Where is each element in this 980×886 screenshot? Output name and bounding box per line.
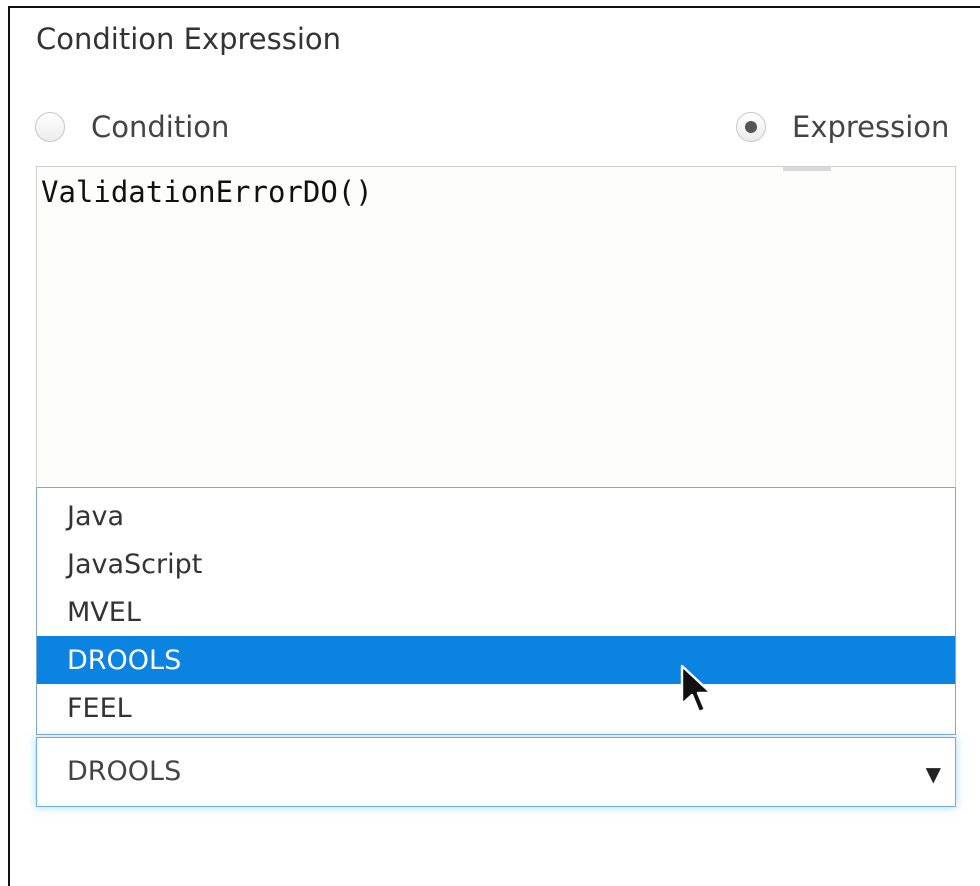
- dropdown-option-drools[interactable]: DROOLS: [37, 636, 955, 684]
- dropdown-option-java[interactable]: Java: [37, 492, 955, 540]
- dropdown-option-feel[interactable]: FEEL: [37, 684, 955, 732]
- condition-radio[interactable]: [35, 112, 65, 142]
- condition-radio-option[interactable]: Condition: [35, 105, 229, 149]
- editor-resize-marker: [783, 167, 831, 171]
- expression-radio[interactable]: [736, 112, 766, 142]
- expression-editor[interactable]: ValidationErrorDO(): [36, 166, 956, 496]
- language-select-value: DROOLS: [67, 756, 182, 787]
- expression-text[interactable]: ValidationErrorDO(): [41, 175, 373, 209]
- condition-radio-label: Condition: [91, 110, 230, 144]
- dropdown-option-javascript[interactable]: JavaScript: [37, 540, 955, 588]
- caret-down-icon[interactable]: ▼: [926, 762, 941, 786]
- language-select[interactable]: DROOLS ▼: [36, 737, 956, 807]
- language-dropdown-list: Java JavaScript MVEL DROOLS FEEL: [36, 487, 956, 735]
- dropdown-option-mvel[interactable]: MVEL: [37, 588, 955, 636]
- expression-radio-label: Expression: [792, 110, 950, 144]
- mouse-cursor-icon: [680, 664, 713, 714]
- section-title: Condition Expression: [36, 22, 342, 56]
- expression-radio-option[interactable]: Expression: [736, 105, 949, 149]
